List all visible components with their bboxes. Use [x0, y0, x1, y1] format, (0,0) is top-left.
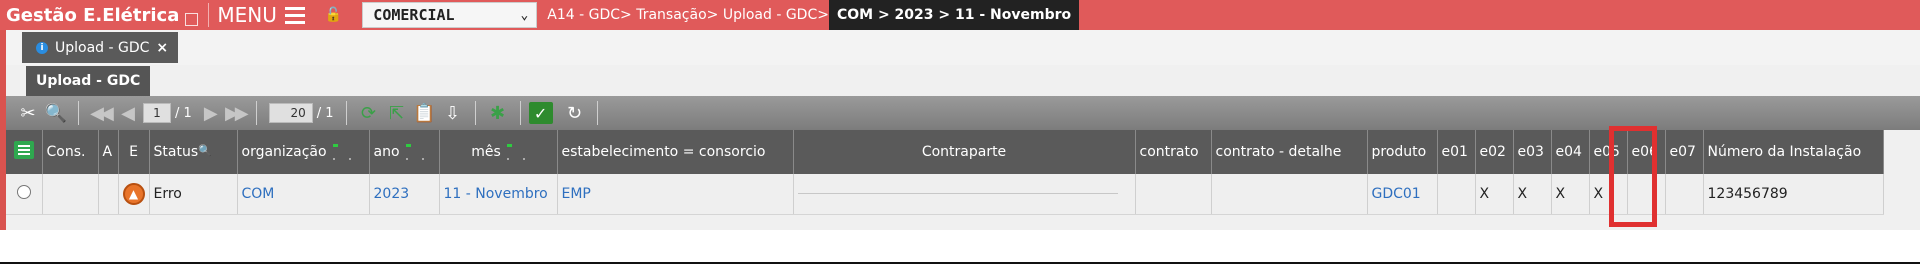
cell-contraparte — [793, 174, 1136, 215]
download-icon[interactable]: ⇩ — [439, 100, 467, 126]
subtab-upload-gdc[interactable]: Upload - GDC — [26, 66, 151, 96]
cell-estabelecimento[interactable]: EMP — [557, 174, 794, 215]
e05-highlight-box — [1609, 126, 1657, 227]
table-row[interactable]: ▲ Erro COM 2023 11 - Novembro EMP GDC01 … — [6, 174, 1884, 215]
col-header-organizacao-label: organização — [241, 144, 327, 160]
refresh-icon[interactable]: ⟳ — [355, 100, 383, 126]
col-header-mes-label: mês — [471, 144, 501, 160]
col-header-status[interactable]: Status🔍 — [149, 130, 238, 174]
col-header-numero-instalacao[interactable]: Número da Instalação — [1703, 130, 1884, 174]
col-header-status-label: Status — [153, 144, 199, 160]
tab-strip: i Upload - GDC × — [6, 30, 1920, 65]
export-icon[interactable]: ⇱ — [383, 100, 411, 126]
cell-contrato-detalhe — [1211, 174, 1368, 215]
col-header-e02[interactable]: e02 — [1475, 130, 1514, 174]
menu-button[interactable]: MENU — [217, 0, 305, 30]
cell-e01 — [1437, 174, 1476, 215]
divider — [208, 3, 210, 27]
breadcrumb[interactable]: A14 - GDC> Transação> Upload - GDC> — [547, 7, 829, 23]
divider — [78, 101, 79, 125]
cell-numero-instalacao: 123456789 — [1703, 174, 1884, 215]
lock-icon[interactable]: 🔓 — [325, 7, 342, 23]
cell-e04: X — [1551, 174, 1590, 215]
sort-icon[interactable] — [329, 142, 351, 162]
divider — [345, 101, 347, 125]
info-icon: i — [36, 41, 48, 54]
col-header-contraparte[interactable]: Contraparte — [793, 130, 1136, 174]
sort-icon[interactable] — [402, 142, 424, 162]
col-header-e01[interactable]: e01 — [1437, 130, 1476, 174]
redacted-value — [797, 193, 1118, 195]
tools-icon[interactable]: ✂ — [14, 100, 42, 126]
col-header-e07[interactable]: e07 — [1665, 130, 1704, 174]
filter-search-icon[interactable]: 🔍 — [198, 144, 212, 157]
cell-e: ▲ — [118, 174, 150, 215]
page-number-input[interactable]: 1 — [143, 103, 171, 123]
row-select-radio[interactable] — [6, 174, 43, 215]
col-header-contrato-detalhe[interactable]: contrato - detalhe — [1211, 130, 1368, 174]
report-icon[interactable]: 📋 — [411, 100, 439, 126]
cell-produto[interactable]: GDC01 — [1367, 174, 1438, 215]
menu-label: MENU — [217, 3, 277, 27]
page: Gestão E.Elétrica MENU 🔓 COMERCIAL ⌄ A14… — [0, 0, 1920, 267]
cell-e03: X — [1513, 174, 1552, 215]
cell-organizacao[interactable]: COM — [237, 174, 370, 215]
col-header-a[interactable]: A — [98, 130, 119, 174]
prev-page-icon[interactable]: ◀ — [113, 103, 139, 124]
company-select[interactable]: COMERCIAL ⌄ — [362, 2, 538, 28]
breadcrumb-current: COM > 2023 > 11 - Novembro — [828, 0, 1080, 30]
rows-total: / 1 — [316, 105, 334, 121]
table-header-row: Cons. A E Status🔍 organização ano mês es… — [6, 130, 1884, 174]
cell-contrato — [1135, 174, 1212, 215]
cell-e02: X — [1475, 174, 1514, 215]
col-header-mes[interactable]: mês — [439, 130, 558, 174]
divider — [474, 101, 476, 125]
page-total: / 1 — [175, 105, 192, 121]
app-title: Gestão E.Elétrica — [6, 4, 180, 26]
toolbar: ✂ 🔍 ◀◀ ◀ 1 / 1 ▶ ▶▶ 20 / 1 ⟳ ⇱ 📋 ⇩ ✱ ✓ ↻ — [6, 96, 1920, 130]
data-table: Cons. A E Status🔍 organização ano mês es… — [6, 130, 1884, 215]
tab-upload-gdc[interactable]: i Upload - GDC × — [22, 32, 179, 63]
last-page-icon[interactable]: ▶▶ — [222, 103, 249, 124]
confirm-check-icon[interactable]: ✓ — [528, 102, 553, 124]
col-header-e[interactable]: E — [118, 130, 150, 174]
divider — [596, 101, 598, 125]
col-header-contrato[interactable]: contrato — [1135, 130, 1212, 174]
col-header-cons[interactable]: Cons. — [42, 130, 99, 174]
col-header-estabelecimento[interactable]: estabelecimento = consorcio — [557, 130, 794, 174]
reload-icon[interactable]: ↻ — [561, 100, 589, 126]
error-warning-icon[interactable]: ▲ — [122, 182, 145, 205]
next-page-icon[interactable]: ▶ — [196, 103, 222, 124]
divider — [0, 262, 1920, 264]
col-header-produto[interactable]: produto — [1367, 130, 1438, 174]
col-header-e03[interactable]: e03 — [1513, 130, 1552, 174]
cell-cons — [42, 174, 99, 215]
col-header-e04[interactable]: e04 — [1551, 130, 1590, 174]
cell-status: Erro — [149, 174, 238, 215]
hamburger-icon — [284, 6, 305, 24]
tab-label: Upload - GDC — [55, 39, 150, 56]
process-icon[interactable]: ✱ — [484, 100, 512, 126]
cell-mes[interactable]: 11 - Novembro — [439, 174, 558, 215]
cell-a — [98, 174, 119, 215]
company-select-value: COMERCIAL — [373, 6, 455, 24]
cell-ano[interactable]: 2023 — [369, 174, 440, 215]
first-page-icon[interactable]: ◀◀ — [87, 103, 114, 124]
col-header-ano-label: ano — [373, 144, 400, 160]
cell-e07 — [1665, 174, 1704, 215]
divider — [519, 101, 521, 125]
rows-per-page-input[interactable]: 20 — [268, 103, 313, 123]
sort-icon[interactable] — [503, 142, 525, 162]
select-all-icon[interactable] — [6, 130, 43, 174]
col-header-organizacao[interactable]: organização — [237, 130, 370, 174]
minimize-icon[interactable] — [185, 12, 199, 26]
close-icon[interactable]: × — [156, 40, 168, 56]
search-icon[interactable]: 🔍 — [42, 100, 70, 126]
chevron-down-icon: ⌄ — [520, 7, 529, 23]
divider — [255, 101, 257, 125]
col-header-ano[interactable]: ano — [369, 130, 440, 174]
top-bar: Gestão E.Elétrica MENU 🔓 COMERCIAL ⌄ A14… — [0, 0, 1920, 30]
